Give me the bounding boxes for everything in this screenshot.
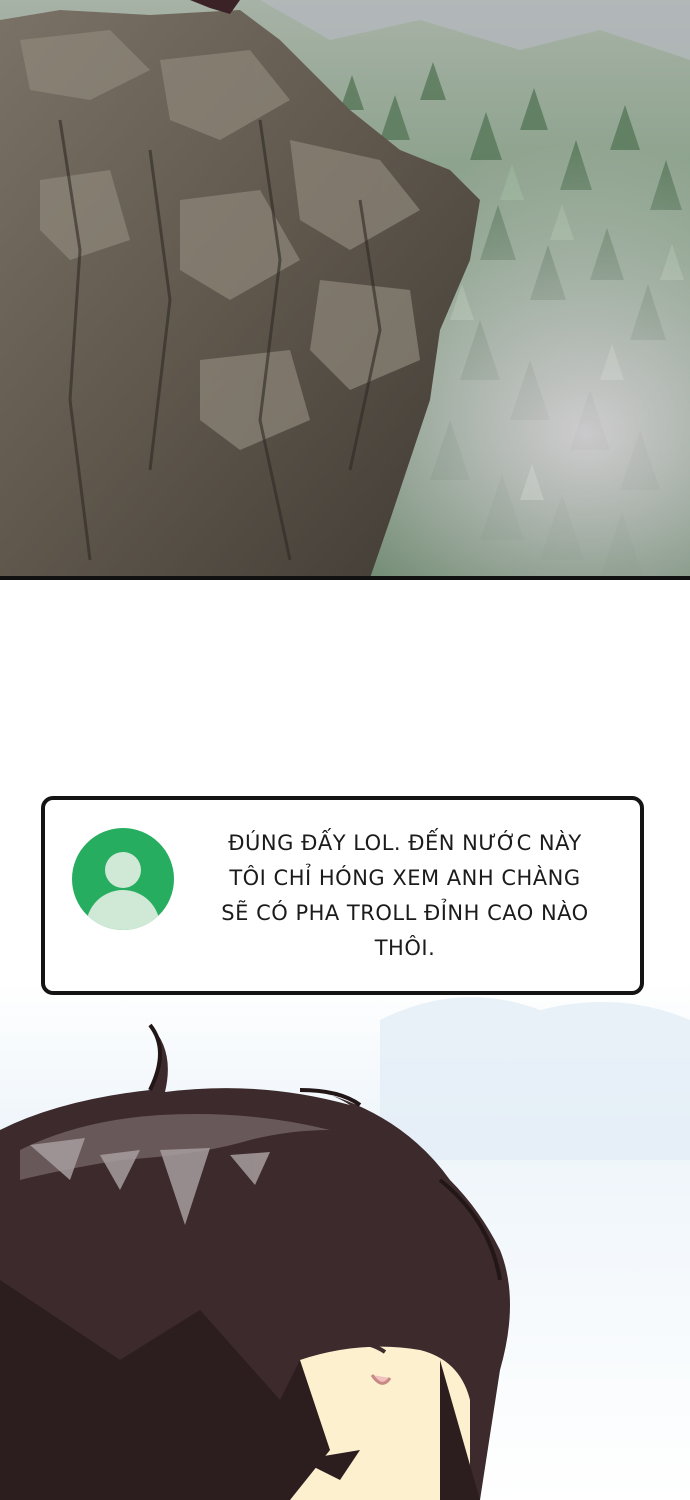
chat-message-text: ĐÚNG ĐẤY LOL. ĐẾN NƯỚC NÀY TÔI CHỈ HÓNG … — [195, 826, 615, 966]
panel-divider — [0, 576, 690, 580]
cliff-forest-illustration — [0, 0, 690, 578]
cliff-forest-panel — [0, 0, 690, 578]
chat-line-4: THÔI. — [374, 936, 436, 960]
character-hair-illustration — [0, 997, 690, 1500]
chat-line-2: TÔI CHỈ HÓNG XEM ANH CHÀNG — [229, 866, 581, 890]
avatar-body-shape — [86, 890, 160, 930]
chat-message-box: ĐÚNG ĐẤY LOL. ĐẾN NƯỚC NÀY TÔI CHỈ HÓNG … — [41, 796, 644, 995]
character-panel — [0, 980, 690, 1500]
chat-line-1: ĐÚNG ĐẤY LOL. ĐẾN NƯỚC NÀY — [228, 831, 582, 855]
chat-line-3: SẼ CÓ PHA TROLL ĐỈNH CAO NÀO — [221, 901, 589, 925]
avatar-head-shape — [105, 852, 141, 888]
comic-page: ĐÚNG ĐẤY LOL. ĐẾN NƯỚC NÀY TÔI CHỈ HÓNG … — [0, 0, 690, 1500]
user-avatar-icon — [72, 828, 174, 930]
